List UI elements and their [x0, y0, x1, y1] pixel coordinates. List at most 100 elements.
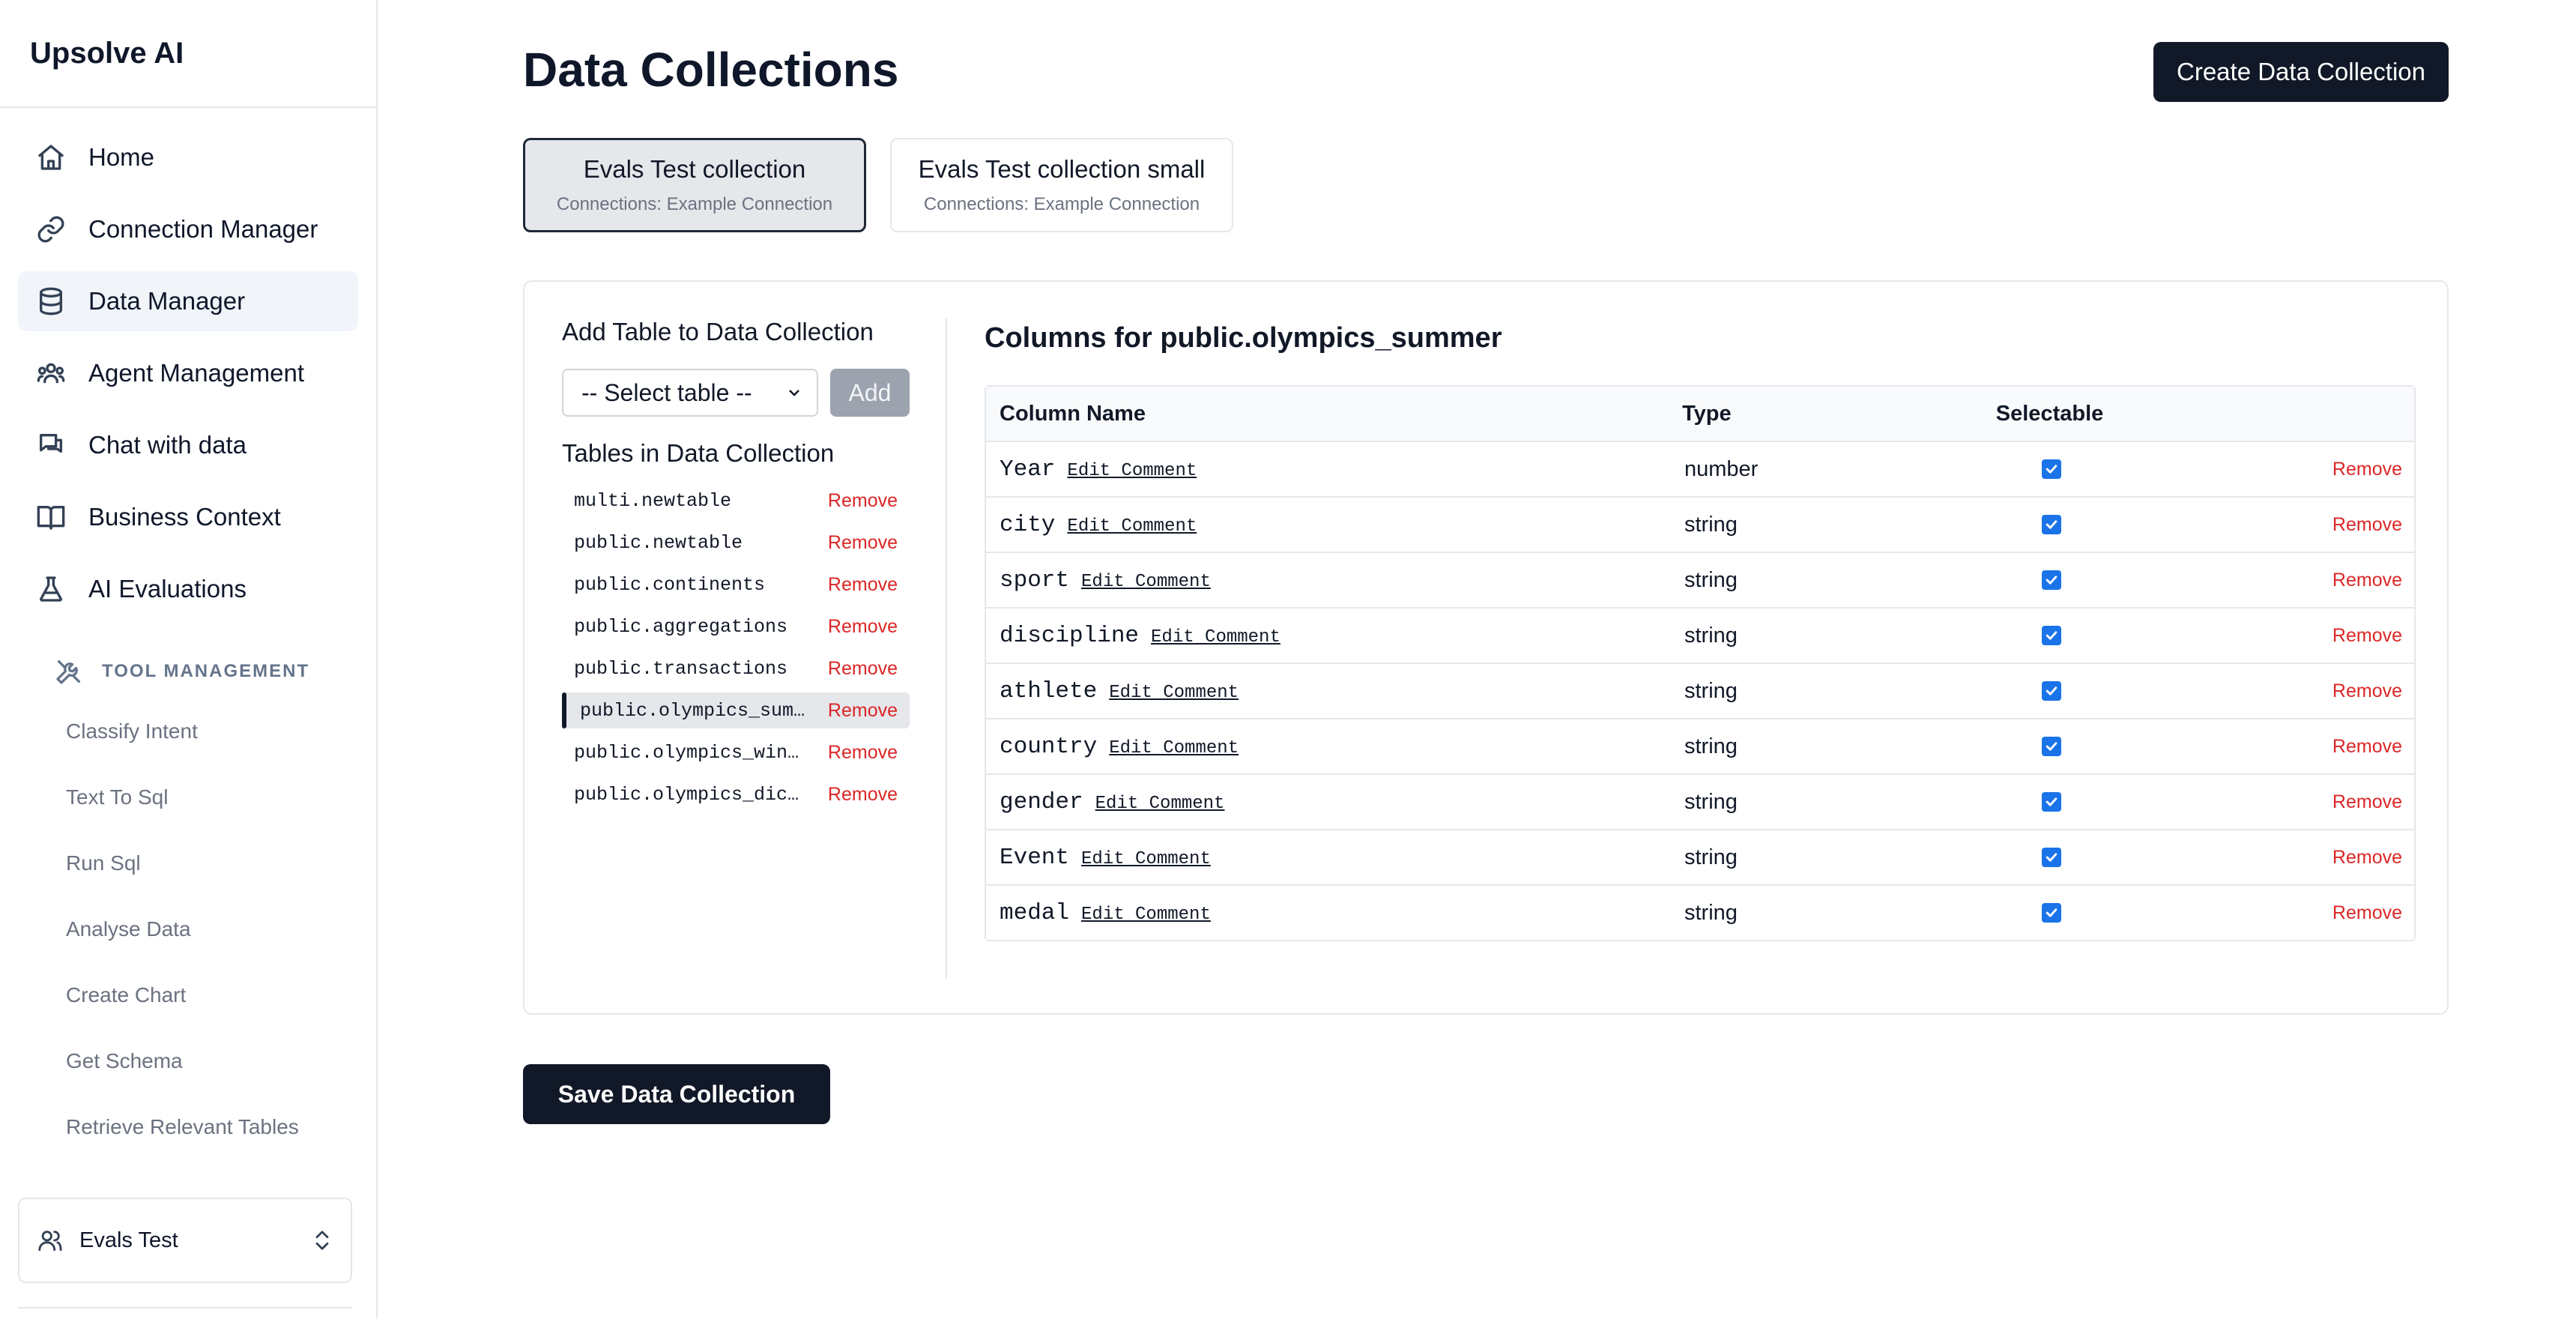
- table-row[interactable]: public.olympics_dictionary Remove: [562, 776, 910, 812]
- selectable-checkbox[interactable]: [2042, 515, 2061, 534]
- sidebar-item-connection-manager[interactable]: Connection Manager: [18, 199, 358, 259]
- remove-column-button[interactable]: Remove: [2104, 625, 2414, 647]
- create-data-collection-button[interactable]: Create Data Collection: [2153, 42, 2449, 102]
- selectable-checkbox[interactable]: [2042, 848, 2061, 867]
- remove-column-button[interactable]: Remove: [2104, 847, 2414, 869]
- remove-column-button[interactable]: Remove: [2104, 570, 2414, 591]
- tool-item-retrieve-relevant-tables[interactable]: Retrieve Relevant Tables: [0, 1094, 376, 1160]
- edit-comment-link[interactable]: Edit Comment: [1081, 572, 1211, 592]
- remove-table-button[interactable]: Remove: [828, 490, 898, 512]
- chevron-up-down-icon: [315, 1231, 329, 1250]
- edit-comment-link[interactable]: Edit Comment: [1067, 461, 1197, 481]
- table-name: public.olympics_summer: [580, 699, 806, 722]
- selectable-checkbox[interactable]: [2042, 681, 2061, 701]
- collection-connections: Connections: Example Connection: [923, 194, 1200, 214]
- column-divider: [946, 318, 947, 979]
- chevron-down-icon: [789, 390, 799, 396]
- sidebar-item-label: Business Context: [88, 503, 281, 531]
- remove-column-button[interactable]: Remove: [2104, 459, 2414, 480]
- table-row[interactable]: public.aggregations Remove: [562, 609, 910, 645]
- selectable-checkbox[interactable]: [2042, 570, 2061, 590]
- column-name: medal: [1000, 899, 1070, 926]
- check-icon: [2046, 631, 2058, 640]
- selectable-checkbox[interactable]: [2042, 792, 2061, 812]
- tool-item-run-sql[interactable]: Run Sql: [0, 830, 376, 896]
- check-icon: [2046, 465, 2058, 474]
- remove-table-button[interactable]: Remove: [828, 616, 898, 638]
- tool-item-create-chart[interactable]: Create Chart: [0, 962, 376, 1028]
- selectable-checkbox[interactable]: [2042, 626, 2061, 645]
- sidebar-item-agent-management[interactable]: Agent Management: [18, 343, 358, 403]
- column-type: string: [1684, 900, 1738, 925]
- tool-item-get-schema[interactable]: Get Schema: [0, 1028, 376, 1094]
- sidebar-item-ai-evaluations[interactable]: AI Evaluations: [18, 559, 358, 619]
- tables-list: multi.newtable Remove public.newtable Re…: [562, 483, 910, 818]
- selectable-checkbox[interactable]: [2042, 459, 2061, 479]
- tool-item-analyse-data[interactable]: Analyse Data: [0, 896, 376, 962]
- collection-card-evals-test-small[interactable]: Evals Test collection small Connections:…: [890, 138, 1233, 232]
- sidebar-item-home[interactable]: Home: [18, 127, 358, 187]
- table-row[interactable]: public.continents Remove: [562, 567, 910, 603]
- collection-connections: Connections: Example Connection: [556, 194, 833, 214]
- table-row[interactable]: public.newtable Remove: [562, 525, 910, 561]
- edit-comment-link[interactable]: Edit Comment: [1081, 849, 1211, 869]
- table-name: public.olympics_dictionary: [574, 783, 806, 806]
- remove-column-button[interactable]: Remove: [2104, 736, 2414, 758]
- selectable-checkbox[interactable]: [2042, 903, 2061, 923]
- user-icon: [38, 1231, 62, 1252]
- org-switcher[interactable]: Evals Test: [18, 1198, 352, 1283]
- sidebar-item-label: Chat with data: [88, 431, 247, 459]
- sidebar-item-label: Connection Manager: [88, 215, 318, 243]
- table-row[interactable]: multi.newtable Remove: [562, 483, 910, 519]
- table-row[interactable]: public.transactions Remove: [562, 651, 910, 686]
- add-table-button[interactable]: Add: [830, 369, 910, 417]
- sidebar-item-label: AI Evaluations: [88, 575, 247, 603]
- column-name: Year: [1000, 456, 1056, 483]
- header-type: Type: [1682, 401, 1732, 426]
- sidebar-item-label: Agent Management: [88, 359, 305, 387]
- tool-item-text-to-sql[interactable]: Text To Sql: [0, 764, 376, 830]
- column-type: string: [1684, 623, 1738, 648]
- header-column-name: Column Name: [1000, 401, 1146, 426]
- table-select[interactable]: -- Select table --: [562, 369, 818, 417]
- column-type: string: [1684, 789, 1738, 814]
- table-name: public.aggregations: [574, 615, 788, 638]
- sidebar-item-data-manager[interactable]: Data Manager: [18, 271, 358, 331]
- remove-table-button[interactable]: Remove: [828, 658, 898, 680]
- sidebar-item-chat-with-data[interactable]: Chat with data: [18, 415, 358, 475]
- edit-comment-link[interactable]: Edit Comment: [1095, 794, 1225, 814]
- remove-table-button[interactable]: Remove: [828, 532, 898, 554]
- column-name: country: [1000, 733, 1098, 760]
- edit-comment-link[interactable]: Edit Comment: [1151, 627, 1281, 648]
- table-row-selected[interactable]: public.olympics_summer Remove: [562, 692, 910, 728]
- sidebar-item-business-context[interactable]: Business Context: [18, 487, 358, 547]
- collection-card-evals-test[interactable]: Evals Test collection Connections: Examp…: [523, 138, 866, 232]
- check-icon: [2046, 742, 2058, 751]
- table-row: Event Edit Comment string Remove: [986, 829, 2414, 884]
- edit-comment-link[interactable]: Edit Comment: [1109, 738, 1239, 758]
- remove-table-button[interactable]: Remove: [828, 784, 898, 806]
- selectable-checkbox[interactable]: [2042, 737, 2061, 756]
- edit-comment-link[interactable]: Edit Comment: [1109, 683, 1239, 703]
- save-data-collection-button[interactable]: Save Data Collection: [523, 1064, 830, 1124]
- check-icon: [2046, 797, 2058, 806]
- chat-icon: [36, 430, 66, 460]
- column-type: string: [1684, 734, 1738, 758]
- table-row[interactable]: public.olympics_winter Remove: [562, 734, 910, 770]
- columns-table: Column Name Type Selectable Year Edit Co…: [985, 385, 2416, 941]
- tables-heading: Tables in Data Collection: [562, 439, 835, 467]
- collection-editor-panel: Add Table to Data Collection -- Select t…: [523, 280, 2449, 1015]
- remove-table-button[interactable]: Remove: [828, 574, 898, 596]
- tool-item-classify-intent[interactable]: Classify Intent: [0, 698, 376, 764]
- remove-column-button[interactable]: Remove: [2104, 902, 2414, 924]
- check-icon: [2046, 686, 2058, 695]
- edit-comment-link[interactable]: Edit Comment: [1081, 905, 1211, 925]
- remove-table-button[interactable]: Remove: [828, 742, 898, 764]
- remove-column-button[interactable]: Remove: [2104, 680, 2414, 702]
- remove-column-button[interactable]: Remove: [2104, 791, 2414, 813]
- table-row: discipline Edit Comment string Remove: [986, 607, 2414, 662]
- remove-table-button[interactable]: Remove: [828, 700, 898, 722]
- edit-comment-link[interactable]: Edit Comment: [1067, 516, 1197, 537]
- remove-column-button[interactable]: Remove: [2104, 514, 2414, 536]
- home-icon: [36, 142, 66, 172]
